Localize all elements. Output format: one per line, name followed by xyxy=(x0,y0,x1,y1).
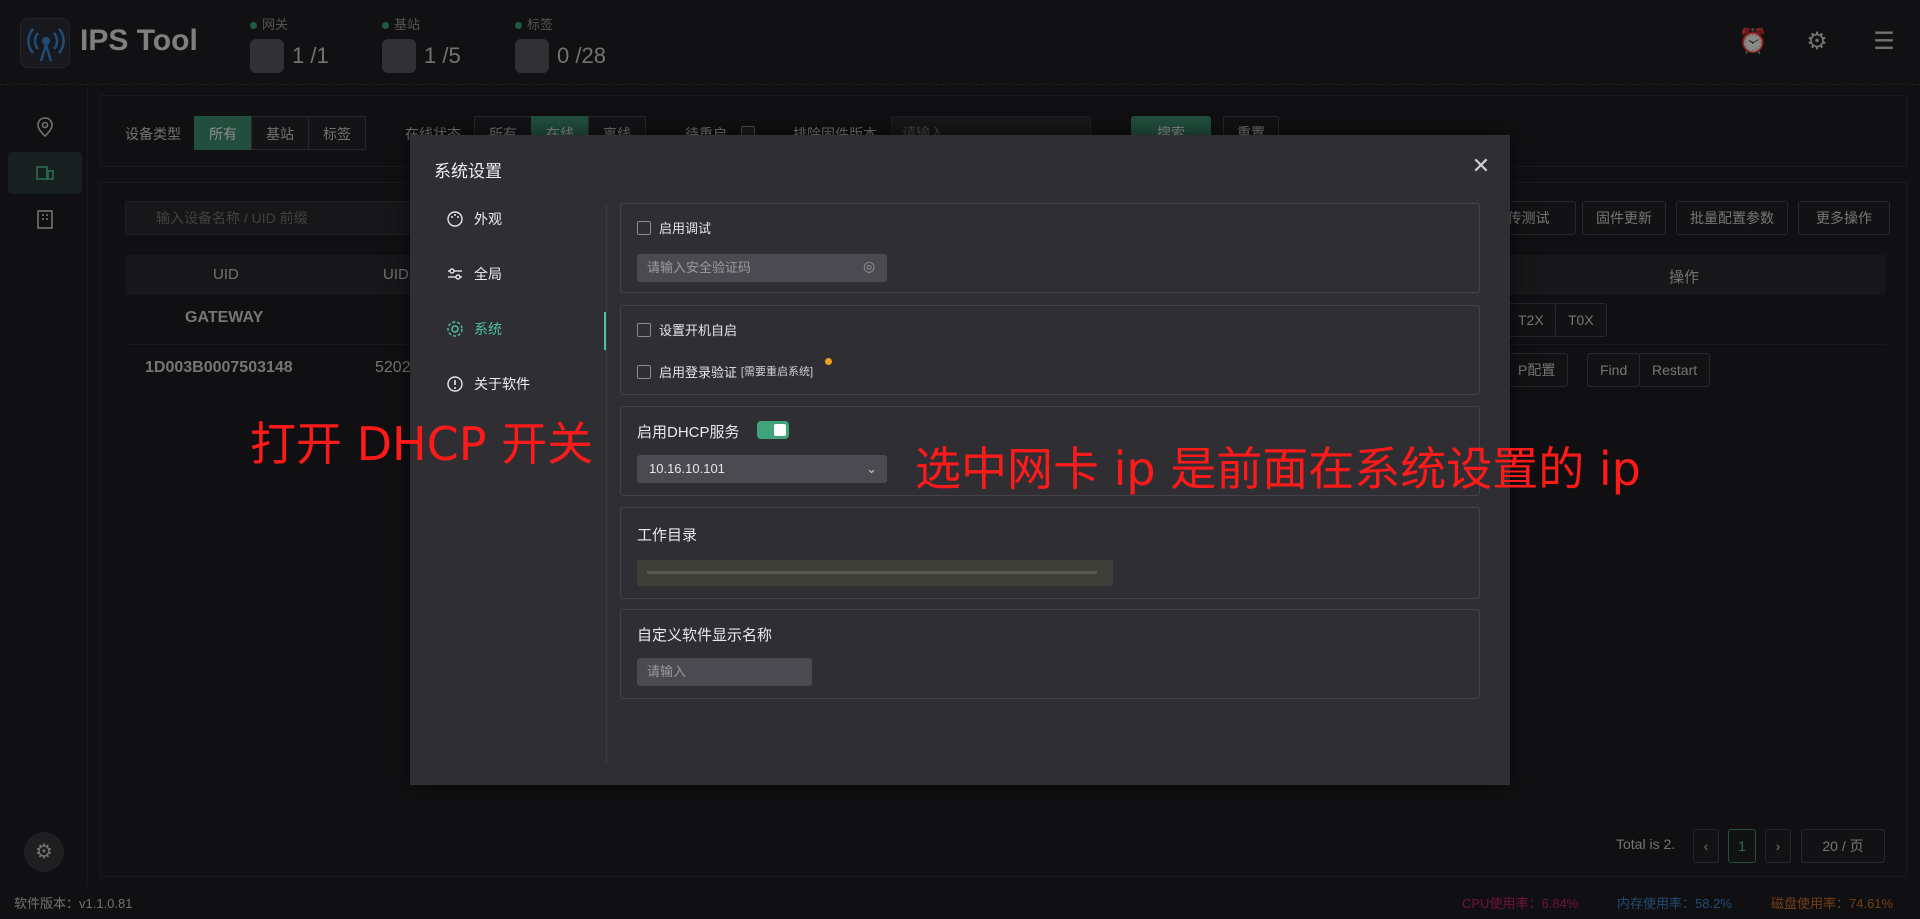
settings-nav-label: 外观 xyxy=(474,211,502,227)
nic-ip-select[interactable]: 10.16.10.101 ⌄ xyxy=(637,455,887,483)
eye-hidden-icon[interactable]: ◎ xyxy=(863,258,875,275)
display-name-input[interactable]: 请输入 xyxy=(637,658,812,686)
modal-title: 系统设置 xyxy=(434,162,502,181)
dhcp-label: 启用DHCP服务 xyxy=(637,424,740,441)
login-verify-toggle[interactable]: 启用登录验证 [需要重启系统] xyxy=(637,362,813,381)
section-boot: 设置开机自启 启用登录验证 [需要重启系统] xyxy=(620,305,1480,395)
restart-required-hint: [需要重启系统] xyxy=(740,366,814,379)
settings-nav-appearance[interactable]: 外观 xyxy=(446,199,606,239)
settings-nav-system[interactable]: 系统 xyxy=(446,309,606,349)
autostart-checkbox[interactable] xyxy=(637,322,651,337)
debug-checkbox[interactable] xyxy=(637,220,651,235)
settings-nav-about[interactable]: 关于软件 xyxy=(446,364,606,404)
palette-icon xyxy=(447,211,463,227)
display-name-label: 自定义软件显示名称 xyxy=(637,627,773,644)
autostart-toggle[interactable]: 设置开机自启 xyxy=(637,320,737,339)
debug-toggle[interactable]: 启用调试 xyxy=(637,218,711,237)
close-icon[interactable]: ✕ xyxy=(1470,155,1492,177)
modal-nav-divider xyxy=(606,203,607,765)
sliders-icon xyxy=(448,268,462,280)
settings-nav-label: 系统 xyxy=(474,321,502,337)
settings-nav-global[interactable]: 全局 xyxy=(446,254,606,294)
dhcp-switch[interactable] xyxy=(757,421,789,439)
workdir-label: 工作目录 xyxy=(637,527,698,544)
info-icon xyxy=(447,376,463,392)
security-code-input[interactable]: 请输入安全验证码 xyxy=(637,254,887,282)
autostart-label: 设置开机自启 xyxy=(659,323,738,338)
settings-nav-label: 全局 xyxy=(474,266,502,282)
login-verify-label: 启用登录验证 xyxy=(659,365,738,380)
notice-dot xyxy=(825,358,832,365)
debug-label: 启用调试 xyxy=(659,221,712,236)
nic-ip-value: 10.16.10.101 xyxy=(649,461,725,476)
section-display-name: 自定义软件显示名称 请输入 xyxy=(620,609,1480,699)
annotation-dhcp-switch: 打开 DHCP 开关 xyxy=(250,417,594,471)
workdir-path-field[interactable] xyxy=(637,560,1113,586)
gear-icon xyxy=(447,321,463,337)
chevron-down-icon: ⌄ xyxy=(866,461,877,476)
login-verify-checkbox[interactable] xyxy=(637,364,651,379)
annotation-nic-ip: 选中网卡 ip 是前面在系统设置的 ip xyxy=(915,442,1641,496)
section-workdir: 工作目录 xyxy=(620,507,1480,599)
settings-nav-label: 关于软件 xyxy=(474,376,530,392)
section-debug: 启用调试 请输入安全验证码 ◎ xyxy=(620,203,1480,293)
